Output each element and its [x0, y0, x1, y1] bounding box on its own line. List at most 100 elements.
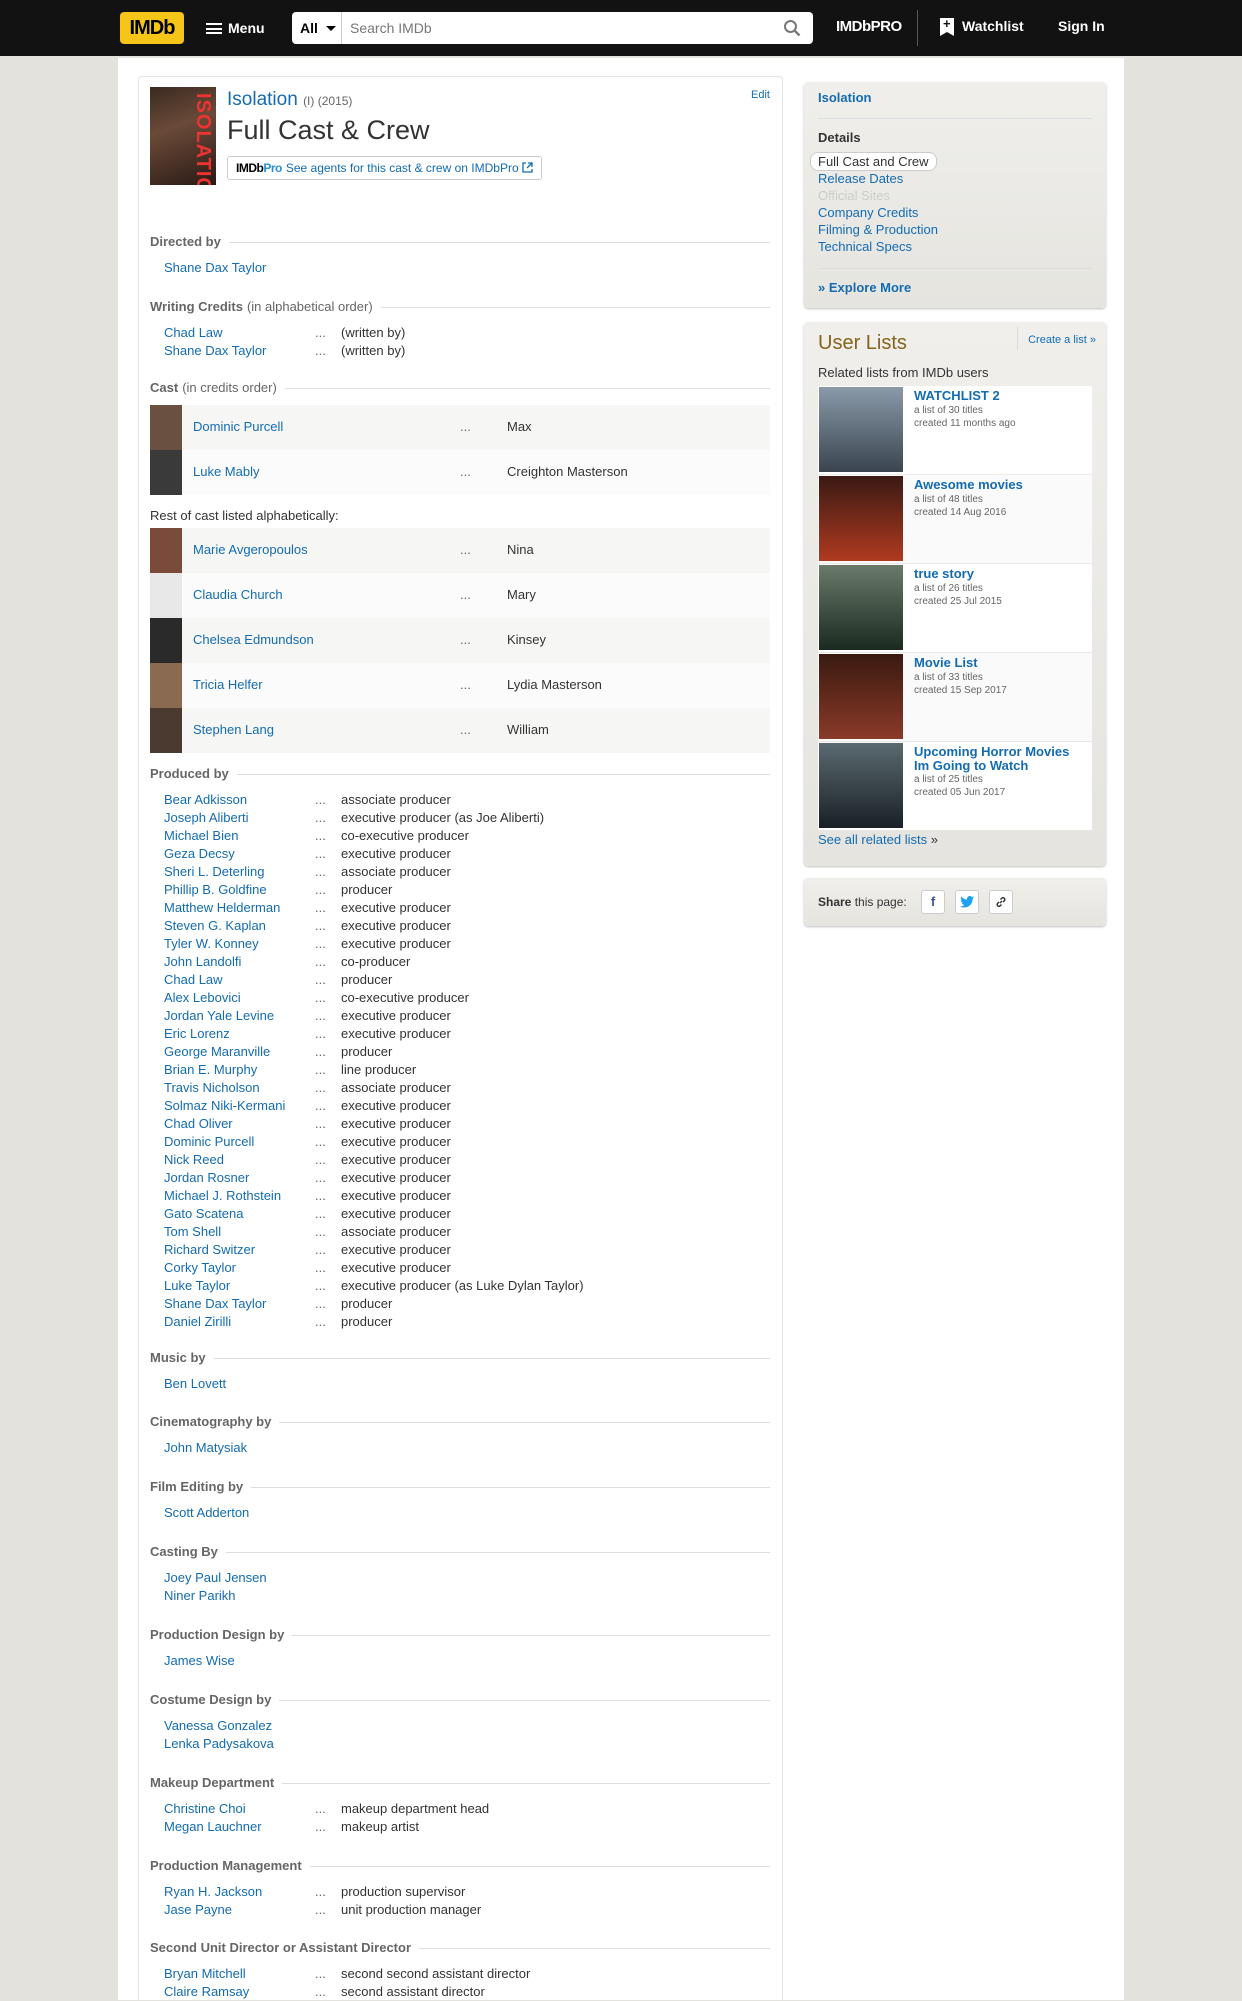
crew-name-link[interactable]: George Maranville: [164, 1043, 270, 1061]
crew-name-link[interactable]: Scott Adderton: [164, 1504, 249, 1522]
user-list-item[interactable]: WATCHLIST 2 a list of 30 titles created 11…: [818, 386, 1092, 474]
see-all-lists-link[interactable]: See all related lists »: [818, 832, 938, 847]
user-list-item[interactable]: true story a list of 26 titles created 25 …: [818, 564, 1092, 652]
crew-name-link[interactable]: Matthew Helderman: [164, 899, 280, 917]
actor-name-link[interactable]: Marie Avgeropoulos: [193, 542, 308, 557]
headshot-image[interactable]: [150, 573, 182, 618]
crew-name-link[interactable]: Daniel Zirilli: [164, 1313, 231, 1331]
search-category-dropdown[interactable]: All: [292, 12, 342, 44]
headshot-image[interactable]: [150, 405, 182, 450]
crew-name-link[interactable]: Corky Taylor: [164, 1259, 236, 1277]
list-thumbnail[interactable]: [819, 743, 903, 828]
list-thumbnail[interactable]: [819, 387, 903, 472]
facebook-share-button[interactable]: f: [921, 890, 945, 914]
crew-name-link[interactable]: Solmaz Niki-Kermani: [164, 1097, 285, 1115]
crew-name-link[interactable]: Travis Nicholson: [164, 1079, 260, 1097]
crew-name-link[interactable]: Bear Adkisson: [164, 791, 247, 809]
list-title-link[interactable]: WATCHLIST 2: [914, 389, 1084, 403]
crew-name-link[interactable]: Eric Lorenz: [164, 1025, 230, 1043]
actor-name-link[interactable]: Chelsea Edmundson: [193, 632, 314, 647]
actor-name-link[interactable]: Luke Mably: [193, 464, 259, 479]
crew-name-link[interactable]: Gato Scatena: [164, 1205, 244, 1223]
imdbpro-agents-button[interactable]: IMDbPro See agents for this cast & crew o…: [227, 156, 542, 180]
copy-link-button[interactable]: [989, 890, 1013, 914]
crew-name-link[interactable]: Nick Reed: [164, 1151, 224, 1169]
crew-name-link[interactable]: John Landolfi: [164, 953, 241, 971]
crew-name-link[interactable]: Alex Lebovici: [164, 989, 241, 1007]
actor-name-link[interactable]: Dominic Purcell: [193, 419, 283, 434]
list-title-link[interactable]: true story: [914, 567, 1084, 581]
crew-name-link[interactable]: John Matysiak: [164, 1439, 247, 1457]
nav-company-credits[interactable]: Company Credits: [818, 205, 918, 220]
crew-name-link[interactable]: Steven G. Kaplan: [164, 917, 266, 935]
crew-name-link[interactable]: Joey Paul Jensen: [164, 1569, 267, 1587]
headshot-image[interactable]: [150, 663, 182, 708]
crew-name-link[interactable]: Shane Dax Taylor: [164, 259, 266, 277]
crew-name-link[interactable]: Bryan Mitchell: [164, 1965, 246, 1983]
crew-name-link[interactable]: Michael J. Rothstein: [164, 1187, 281, 1205]
headshot-image[interactable]: [150, 708, 182, 753]
nav-technical-specs[interactable]: Technical Specs: [818, 239, 912, 254]
actor-name-link[interactable]: Stephen Lang: [193, 722, 274, 737]
headshot-image[interactable]: [150, 450, 182, 495]
imdb-logo[interactable]: IMDb: [120, 12, 184, 44]
crew-name-link[interactable]: Phillip B. Goldfine: [164, 881, 267, 899]
actor-name-link[interactable]: Claudia Church: [193, 587, 283, 602]
crew-name-link[interactable]: Jase Payne: [164, 1901, 232, 1919]
headshot-image[interactable]: [150, 528, 182, 573]
crew-name-link[interactable]: Claire Ramsay: [164, 1983, 249, 2001]
crew-name-link[interactable]: Michael Bien: [164, 827, 238, 845]
explore-more-link[interactable]: » Explore More: [818, 280, 911, 295]
crew-name-link[interactable]: Geza Decsy: [164, 845, 235, 863]
list-title-link[interactable]: Upcoming Horror Movies Im Going to Watch: [914, 745, 1084, 773]
crew-name-link[interactable]: Christine Choi: [164, 1800, 246, 1818]
crew-name-link[interactable]: Chad Law: [164, 971, 223, 989]
user-list-item[interactable]: Movie List a list of 33 titles created 15 …: [818, 653, 1092, 741]
actor-name-link[interactable]: Tricia Helfer: [193, 677, 263, 692]
list-thumbnail[interactable]: [819, 565, 903, 650]
crew-name-link[interactable]: Tyler W. Konney: [164, 935, 259, 953]
crew-name-link[interactable]: Sheri L. Deterling: [164, 863, 264, 881]
search-input[interactable]: [350, 18, 750, 38]
crew-name-link[interactable]: Tom Shell: [164, 1223, 221, 1241]
headshot-image[interactable]: [150, 618, 182, 663]
crew-name-link[interactable]: Jordan Yale Levine: [164, 1007, 274, 1025]
crew-name-link[interactable]: Niner Parikh: [164, 1587, 236, 1605]
crew-name-link[interactable]: Richard Switzer: [164, 1241, 255, 1259]
sidebar-title-link[interactable]: Isolation: [818, 90, 871, 105]
list-thumbnail[interactable]: [819, 476, 903, 561]
crew-name-link[interactable]: Ben Lovett: [164, 1375, 226, 1393]
user-list-item[interactable]: Upcoming Horror Movies Im Going to Watch…: [818, 742, 1092, 830]
list-thumbnail[interactable]: [819, 654, 903, 739]
nav-release-dates[interactable]: Release Dates: [818, 171, 903, 186]
crew-name-link[interactable]: Jordan Rosner: [164, 1169, 249, 1187]
create-list-link[interactable]: Create a list »: [1017, 326, 1096, 350]
crew-name-link[interactable]: Chad Oliver: [164, 1115, 233, 1133]
crew-name-link[interactable]: James Wise: [164, 1652, 235, 1670]
crew-name-link[interactable]: Lenka Padysakova: [164, 1735, 274, 1753]
crew-name-link[interactable]: Shane Dax Taylor: [164, 342, 266, 360]
crew-name-link[interactable]: Luke Taylor: [164, 1277, 230, 1295]
crew-name-link[interactable]: Ryan H. Jackson: [164, 1883, 262, 1901]
list-title-link[interactable]: Movie List: [914, 656, 1084, 670]
imdbpro-link[interactable]: IMDbPRO: [836, 18, 902, 35]
movie-title-link[interactable]: Isolation: [227, 89, 298, 110]
watchlist-button[interactable]: Watchlist: [940, 18, 1024, 36]
nav-filming-production[interactable]: Filming & Production: [818, 222, 938, 237]
crew-name-link[interactable]: Chad Law: [164, 324, 223, 342]
user-list-item[interactable]: Awesome movies a list of 48 titles created…: [818, 475, 1092, 563]
crew-name-link[interactable]: Brian E. Murphy: [164, 1061, 257, 1079]
crew-name-link[interactable]: Vanessa Gonzalez: [164, 1717, 272, 1735]
crew-name-link[interactable]: Joseph Aliberti: [164, 809, 249, 827]
search-icon[interactable]: [783, 19, 801, 37]
list-title-link[interactable]: Awesome movies: [914, 478, 1084, 492]
crew-name-link[interactable]: Megan Lauchner: [164, 1818, 262, 1836]
crew-name-link[interactable]: Dominic Purcell: [164, 1133, 254, 1151]
nav-full-cast[interactable]: Full Cast and Crew: [810, 152, 937, 171]
edit-link[interactable]: Edit: [751, 89, 770, 101]
twitter-share-button[interactable]: [955, 890, 979, 914]
menu-button[interactable]: Menu: [204, 14, 265, 42]
crew-name-link[interactable]: Shane Dax Taylor: [164, 1295, 266, 1313]
sign-in-link[interactable]: Sign In: [1058, 18, 1105, 34]
movie-poster[interactable]: ISOLATION: [150, 87, 216, 185]
